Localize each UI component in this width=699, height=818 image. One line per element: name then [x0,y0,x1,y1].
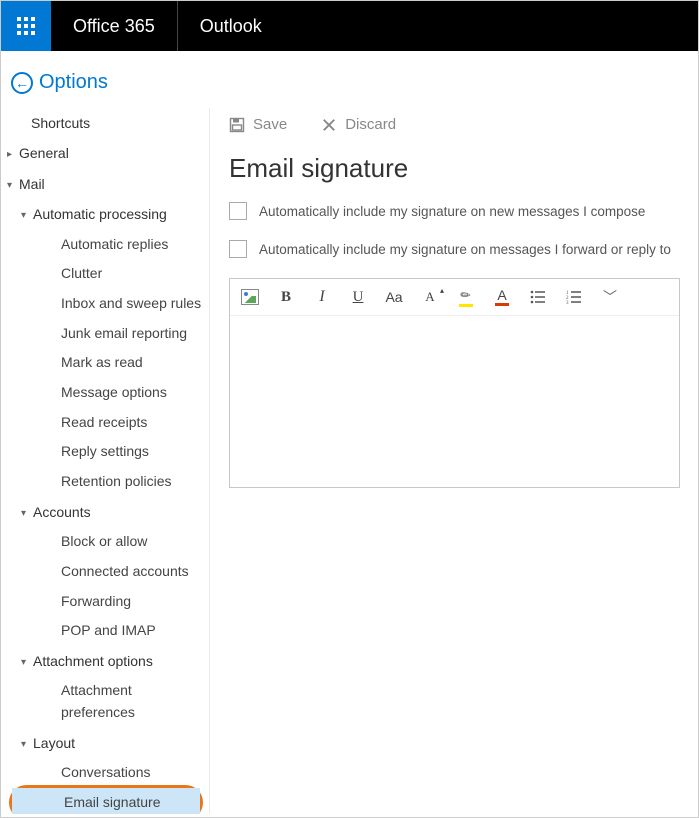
action-row: Save Discard [229,108,680,147]
discard-button[interactable]: Discard [321,116,396,133]
highlight-icon: ✎ [459,288,473,307]
options-back-button[interactable]: ← Options [1,51,698,108]
checkbox-include-forward[interactable] [229,240,247,258]
more-formatting-button[interactable]: ﹀ [600,287,620,307]
sidebar-layout[interactable]: Layout [1,728,209,758]
sidebar-general[interactable]: General [1,138,209,168]
sidebar-inbox-sweep[interactable]: Inbox and sweep rules [1,289,209,319]
sidebar-forwarding[interactable]: Forwarding [1,587,209,617]
main-panel: Save Discard Email signature Automatical… [213,108,698,814]
sidebar-retention-policies[interactable]: Retention policies [1,467,209,497]
sidebar-clutter[interactable]: Clutter [1,259,209,289]
sidebar-conversations[interactable]: Conversations [1,758,209,788]
discard-label: Discard [345,116,396,133]
italic-button[interactable]: I [312,287,332,307]
sidebar-attachment-preferences[interactable]: Attachment preferences [1,676,209,727]
app-launcher-button[interactable] [1,1,51,51]
sidebar-automatic-processing[interactable]: Automatic processing [1,199,209,229]
editor-toolbar: B I U Aa A▴ ✎ A 123 ﹀ [230,279,679,316]
bullet-list-icon [530,290,546,304]
font-color-button[interactable]: A [492,287,512,307]
top-header: Office 365 Outlook [1,1,698,51]
font-color-icon: A [495,288,509,306]
bold-button[interactable]: B [276,287,296,307]
sidebar-pop-imap[interactable]: POP and IMAP [1,616,209,646]
sidebar-email-signature[interactable]: Email signature [12,788,200,814]
waffle-icon [17,17,35,35]
page-title: Email signature [229,153,680,184]
checkbox-row-new-messages: Automatically include my signature on ne… [229,202,680,220]
sidebar-attachment-options[interactable]: Attachment options [1,646,209,676]
vertical-divider [209,108,210,814]
sidebar-accounts[interactable]: Accounts [1,497,209,527]
discard-icon [321,117,337,133]
image-icon [241,289,259,305]
save-icon [229,117,245,133]
signature-editor: B I U Aa A▴ ✎ A 123 ﹀ [229,278,680,488]
sidebar-reply-settings[interactable]: Reply settings [1,437,209,467]
sidebar-block-allow[interactable]: Block or allow [1,527,209,557]
bullet-list-button[interactable] [528,287,548,307]
sidebar-automatic-replies[interactable]: Automatic replies [1,230,209,260]
font-button[interactable]: Aa [384,287,404,307]
number-list-button[interactable]: 123 [564,287,584,307]
save-button[interactable]: Save [229,116,287,133]
checkbox-label-new: Automatically include my signature on ne… [259,204,645,219]
font-size-button[interactable]: A▴ [420,287,440,307]
highlight-annotation: Email signature [9,785,203,814]
chevron-down-icon: ﹀ [603,287,617,307]
checkbox-row-forward-reply: Automatically include my signature on me… [229,240,680,258]
sidebar-read-receipts[interactable]: Read receipts [1,408,209,438]
sidebar-mark-as-read[interactable]: Mark as read [1,348,209,378]
options-label: Options [39,71,108,94]
insert-image-button[interactable] [240,287,260,307]
sidebar-message-options[interactable]: Message options [1,378,209,408]
sidebar-junk-email[interactable]: Junk email reporting [1,319,209,349]
checkbox-include-new[interactable] [229,202,247,220]
options-sidebar: Shortcuts General Mail Automatic process… [1,108,209,814]
save-label: Save [253,116,287,133]
brand-label[interactable]: Office 365 [51,1,178,51]
back-arrow-icon: ← [11,72,33,94]
sidebar-mail[interactable]: Mail [1,169,209,199]
checkbox-label-forward: Automatically include my signature on me… [259,242,671,257]
highlight-button[interactable]: ✎ [456,287,476,307]
sidebar-shortcuts[interactable]: Shortcuts [1,108,209,138]
svg-text:3: 3 [566,301,569,304]
number-list-icon: 123 [566,290,582,304]
signature-textarea[interactable] [230,316,679,487]
sidebar-connected-accounts[interactable]: Connected accounts [1,557,209,587]
app-name-label: Outlook [178,1,284,51]
underline-button[interactable]: U [348,287,368,307]
